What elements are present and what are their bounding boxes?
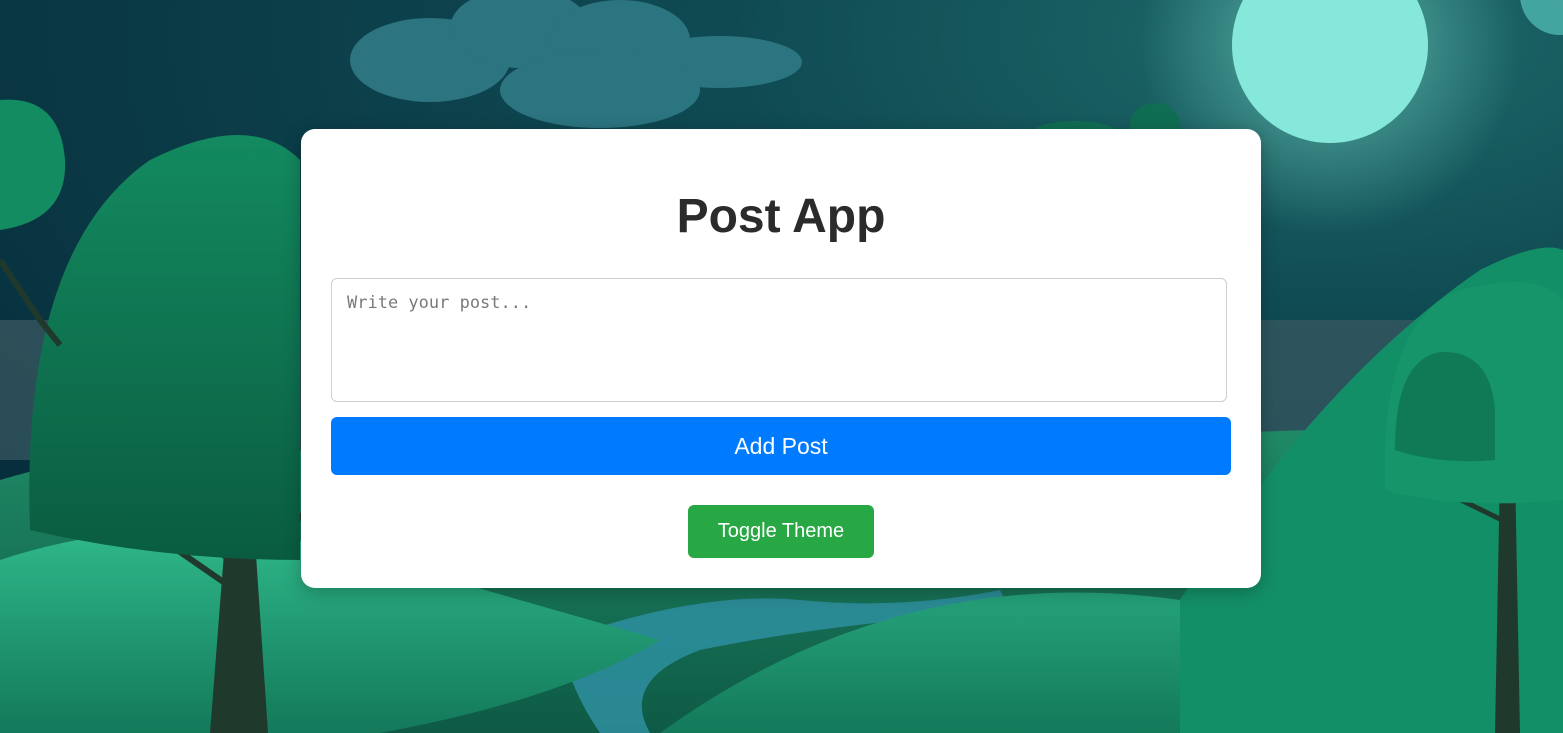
toggle-theme-button[interactable]: Toggle Theme — [688, 505, 874, 558]
page-title: Post App — [676, 190, 886, 243]
add-post-button[interactable]: Add Post — [331, 417, 1231, 475]
post-input[interactable] — [331, 278, 1227, 402]
post-app-card: Post App Add Post Toggle Theme — [301, 129, 1261, 588]
